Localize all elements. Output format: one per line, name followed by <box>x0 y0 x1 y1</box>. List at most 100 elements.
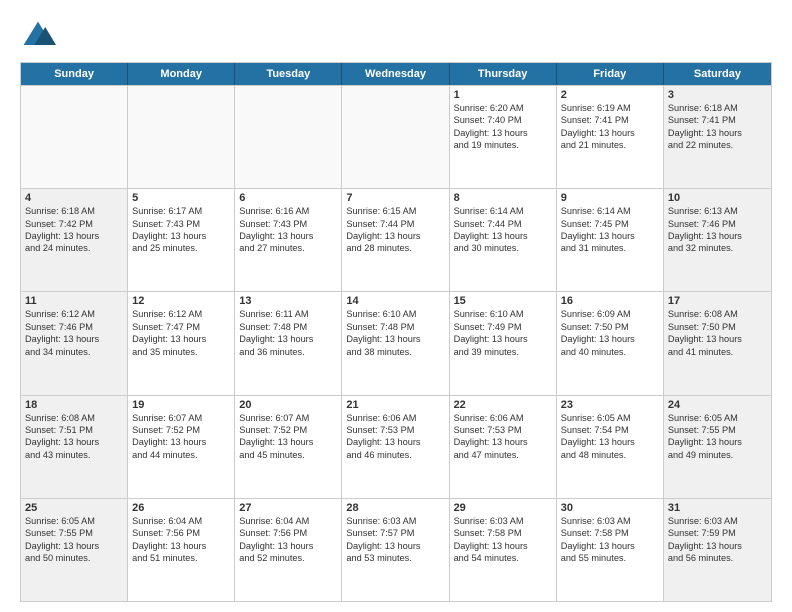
cell-info-line: and 53 minutes. <box>346 552 444 564</box>
calendar-cell: 18Sunrise: 6:08 AMSunset: 7:51 PMDayligh… <box>21 396 128 498</box>
header-cell-saturday: Saturday <box>664 63 771 85</box>
cell-info-line: Sunset: 7:48 PM <box>239 321 337 333</box>
cell-info-line: Sunset: 7:56 PM <box>239 527 337 539</box>
cell-info-line: Sunrise: 6:12 AM <box>25 308 123 320</box>
cell-info-line: Daylight: 13 hours <box>132 230 230 242</box>
cell-info-line: and 40 minutes. <box>561 346 659 358</box>
day-number: 26 <box>132 502 230 514</box>
cell-info-line: and 36 minutes. <box>239 346 337 358</box>
day-number: 5 <box>132 192 230 204</box>
cell-info-line: and 24 minutes. <box>25 242 123 254</box>
cell-info-line: and 30 minutes. <box>454 242 552 254</box>
cell-info-line: Sunrise: 6:17 AM <box>132 205 230 217</box>
cell-info-line: Sunset: 7:40 PM <box>454 114 552 126</box>
calendar-cell: 9Sunrise: 6:14 AMSunset: 7:45 PMDaylight… <box>557 189 664 291</box>
cell-info-line: Sunrise: 6:12 AM <box>132 308 230 320</box>
cell-info-line: Sunset: 7:56 PM <box>132 527 230 539</box>
day-number: 13 <box>239 295 337 307</box>
day-number: 7 <box>346 192 444 204</box>
calendar-cell: 3Sunrise: 6:18 AMSunset: 7:41 PMDaylight… <box>664 86 771 188</box>
cell-info-line: Sunset: 7:51 PM <box>25 424 123 436</box>
calendar-cell: 21Sunrise: 6:06 AMSunset: 7:53 PMDayligh… <box>342 396 449 498</box>
calendar-cell: 24Sunrise: 6:05 AMSunset: 7:55 PMDayligh… <box>664 396 771 498</box>
cell-info-line: Sunrise: 6:04 AM <box>239 515 337 527</box>
header <box>20 18 772 54</box>
calendar-cell <box>235 86 342 188</box>
cell-info-line: Daylight: 13 hours <box>346 230 444 242</box>
day-number: 6 <box>239 192 337 204</box>
cell-info-line: Sunrise: 6:10 AM <box>346 308 444 320</box>
cell-info-line: Sunset: 7:48 PM <box>346 321 444 333</box>
cell-info-line: Sunrise: 6:09 AM <box>561 308 659 320</box>
calendar-cell: 20Sunrise: 6:07 AMSunset: 7:52 PMDayligh… <box>235 396 342 498</box>
calendar-cell: 22Sunrise: 6:06 AMSunset: 7:53 PMDayligh… <box>450 396 557 498</box>
calendar-cell: 8Sunrise: 6:14 AMSunset: 7:44 PMDaylight… <box>450 189 557 291</box>
calendar-row-2: 4Sunrise: 6:18 AMSunset: 7:42 PMDaylight… <box>21 188 771 291</box>
cell-info-line: and 54 minutes. <box>454 552 552 564</box>
header-cell-sunday: Sunday <box>21 63 128 85</box>
cell-info-line: and 28 minutes. <box>346 242 444 254</box>
cell-info-line: Sunrise: 6:05 AM <box>668 412 767 424</box>
header-cell-thursday: Thursday <box>450 63 557 85</box>
day-number: 1 <box>454 89 552 101</box>
cell-info-line: and 45 minutes. <box>239 449 337 461</box>
cell-info-line: Sunset: 7:58 PM <box>454 527 552 539</box>
calendar-cell: 1Sunrise: 6:20 AMSunset: 7:40 PMDaylight… <box>450 86 557 188</box>
cell-info-line: Daylight: 13 hours <box>25 230 123 242</box>
cell-info-line: Sunset: 7:41 PM <box>668 114 767 126</box>
calendar-cell: 10Sunrise: 6:13 AMSunset: 7:46 PMDayligh… <box>664 189 771 291</box>
cell-info-line: Sunrise: 6:03 AM <box>454 515 552 527</box>
cell-info-line: Sunrise: 6:03 AM <box>346 515 444 527</box>
cell-info-line: Sunset: 7:52 PM <box>132 424 230 436</box>
cell-info-line: Sunset: 7:50 PM <box>561 321 659 333</box>
day-number: 27 <box>239 502 337 514</box>
cell-info-line: Daylight: 13 hours <box>239 436 337 448</box>
calendar-cell: 28Sunrise: 6:03 AMSunset: 7:57 PMDayligh… <box>342 499 449 601</box>
calendar-cell: 27Sunrise: 6:04 AMSunset: 7:56 PMDayligh… <box>235 499 342 601</box>
cell-info-line: Sunrise: 6:08 AM <box>668 308 767 320</box>
cell-info-line: Sunset: 7:59 PM <box>668 527 767 539</box>
calendar-cell: 13Sunrise: 6:11 AMSunset: 7:48 PMDayligh… <box>235 292 342 394</box>
cell-info-line: and 55 minutes. <box>561 552 659 564</box>
cell-info-line: Daylight: 13 hours <box>132 333 230 345</box>
cell-info-line: Daylight: 13 hours <box>454 230 552 242</box>
cell-info-line: Sunset: 7:46 PM <box>668 218 767 230</box>
day-number: 23 <box>561 399 659 411</box>
day-number: 30 <box>561 502 659 514</box>
day-number: 4 <box>25 192 123 204</box>
cell-info-line: Sunrise: 6:16 AM <box>239 205 337 217</box>
cell-info-line: Daylight: 13 hours <box>668 436 767 448</box>
cell-info-line: Sunrise: 6:14 AM <box>454 205 552 217</box>
calendar-cell: 29Sunrise: 6:03 AMSunset: 7:58 PMDayligh… <box>450 499 557 601</box>
day-number: 29 <box>454 502 552 514</box>
day-number: 3 <box>668 89 767 101</box>
cell-info-line: Daylight: 13 hours <box>561 333 659 345</box>
day-number: 12 <box>132 295 230 307</box>
calendar-cell <box>21 86 128 188</box>
cell-info-line: Daylight: 13 hours <box>668 333 767 345</box>
cell-info-line: and 44 minutes. <box>132 449 230 461</box>
cell-info-line: and 47 minutes. <box>454 449 552 461</box>
cell-info-line: and 48 minutes. <box>561 449 659 461</box>
cell-info-line: Sunset: 7:53 PM <box>454 424 552 436</box>
cell-info-line: Sunrise: 6:06 AM <box>346 412 444 424</box>
cell-info-line: Daylight: 13 hours <box>561 540 659 552</box>
cell-info-line: and 22 minutes. <box>668 139 767 151</box>
cell-info-line: Daylight: 13 hours <box>561 127 659 139</box>
cell-info-line: Sunset: 7:55 PM <box>25 527 123 539</box>
calendar-cell: 7Sunrise: 6:15 AMSunset: 7:44 PMDaylight… <box>342 189 449 291</box>
cell-info-line: Daylight: 13 hours <box>346 540 444 552</box>
cell-info-line: Sunset: 7:47 PM <box>132 321 230 333</box>
calendar-row-5: 25Sunrise: 6:05 AMSunset: 7:55 PMDayligh… <box>21 498 771 601</box>
cell-info-line: Daylight: 13 hours <box>346 436 444 448</box>
cell-info-line: Sunrise: 6:08 AM <box>25 412 123 424</box>
cell-info-line: Sunset: 7:44 PM <box>454 218 552 230</box>
cell-info-line: Sunset: 7:52 PM <box>239 424 337 436</box>
cell-info-line: Sunset: 7:58 PM <box>561 527 659 539</box>
day-number: 25 <box>25 502 123 514</box>
day-number: 15 <box>454 295 552 307</box>
calendar-row-3: 11Sunrise: 6:12 AMSunset: 7:46 PMDayligh… <box>21 291 771 394</box>
cell-info-line: Daylight: 13 hours <box>239 540 337 552</box>
cell-info-line: Daylight: 13 hours <box>561 436 659 448</box>
calendar-cell: 2Sunrise: 6:19 AMSunset: 7:41 PMDaylight… <box>557 86 664 188</box>
